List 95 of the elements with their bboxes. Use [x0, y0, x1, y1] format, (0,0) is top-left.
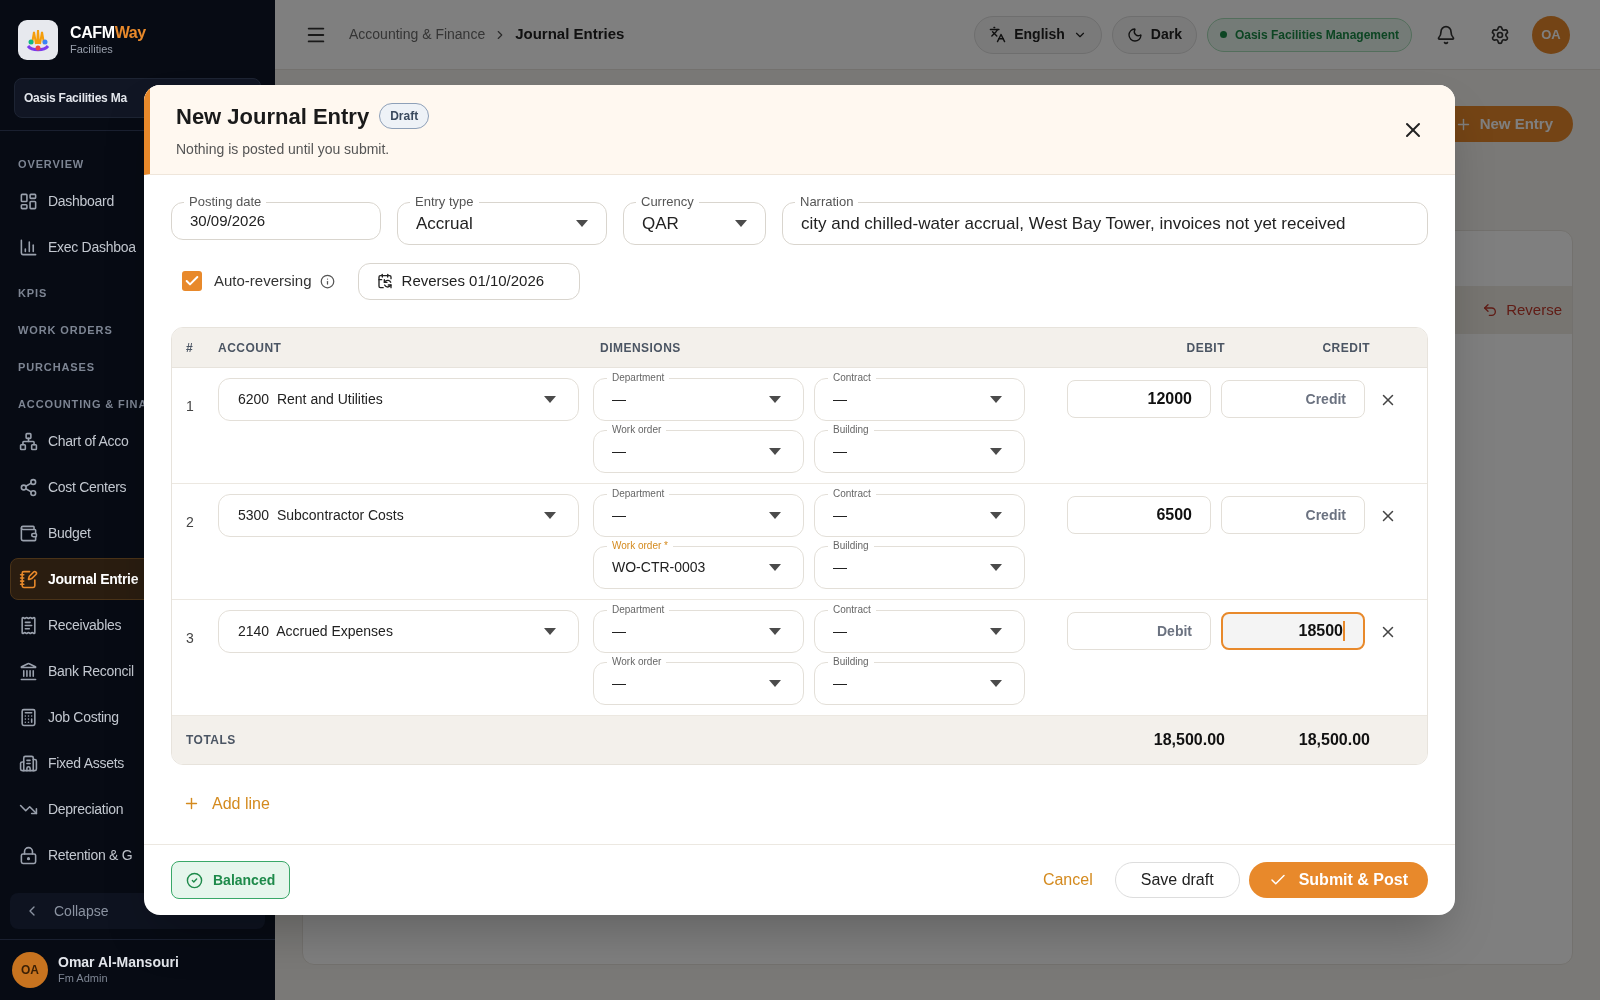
section-heading: OVERVIEW [18, 156, 85, 172]
caret-icon [990, 512, 1002, 519]
field-label: Work order [607, 424, 667, 436]
caret-icon [769, 512, 781, 519]
column-header: ACCOUNT [218, 339, 283, 357]
debit-input[interactable]: 12000 [1067, 380, 1211, 418]
column-header: DIMENSIONS [600, 339, 682, 357]
moon-icon [1126, 26, 1143, 43]
field-label: Posting date [184, 195, 267, 209]
credit-input[interactable]: Credit [1221, 380, 1365, 418]
caret-icon [735, 220, 747, 227]
debit-total: 18,500.00 [1152, 730, 1225, 750]
status-badge: Draft [379, 103, 430, 129]
logo-icon [18, 20, 58, 60]
caret-icon [990, 448, 1002, 455]
section-heading: KPIS [18, 285, 48, 301]
caret-icon [990, 564, 1002, 571]
brand-name: CAFMWay [70, 23, 146, 44]
credit-input[interactable]: 18500 [1221, 612, 1365, 650]
calendar-icon [376, 273, 393, 289]
calculator-icon [19, 707, 38, 727]
language-button[interactable]: English [974, 15, 1102, 54]
field-label: Entry type [410, 195, 479, 209]
section-heading: WORK ORDERS [18, 322, 113, 338]
undo-icon [1482, 302, 1499, 318]
caret-icon [769, 680, 781, 687]
field-label: Narration [795, 195, 859, 209]
caret-icon [544, 628, 556, 635]
caret-icon [769, 564, 781, 571]
caret-icon [544, 396, 556, 403]
reverses-date-button[interactable]: Reverses 01/10/2026 [357, 262, 580, 300]
credit-input[interactable]: Credit [1221, 496, 1365, 534]
section-heading: PURCHASES [18, 359, 95, 375]
field-label: Building [828, 540, 874, 552]
line-number: 2 [185, 513, 195, 532]
bank-icon [19, 661, 38, 681]
account-select[interactable]: 6200 Rent and Utilities [218, 378, 579, 421]
field-label: Contract [828, 372, 876, 384]
text-cursor [1343, 621, 1345, 641]
user-avatar: OA [12, 952, 48, 988]
bell-icon[interactable] [1436, 24, 1456, 45]
line-number: 1 [185, 397, 195, 416]
user-role: Fm Admin [58, 971, 109, 986]
field-label: Contract [828, 488, 876, 500]
checkbox-label: Auto-reversing [214, 270, 312, 291]
user-name: Omar Al-Mansouri [58, 954, 179, 972]
check-circle-icon [186, 871, 203, 889]
plus-icon [183, 795, 200, 812]
hierarchy-icon [19, 431, 38, 451]
dashboard-icon [19, 191, 38, 211]
notebook-icon [19, 569, 38, 589]
debit-input[interactable]: Debit [1067, 612, 1211, 650]
totals-label: TOTALS [185, 732, 237, 749]
brand-subtitle: Facilities [70, 43, 114, 57]
account-select[interactable]: 2140 Accrued Expenses [218, 610, 579, 653]
column-header: DEBIT [1185, 339, 1225, 357]
auto-reversing-checkbox[interactable] [182, 271, 202, 291]
column-header: CREDIT [1321, 339, 1370, 357]
nodes-icon [19, 477, 38, 497]
translate-icon [989, 26, 1007, 43]
line-number: 3 [185, 629, 195, 648]
info-icon[interactable] [319, 273, 335, 289]
building-icon [19, 753, 38, 773]
field-label: Contract [828, 604, 876, 616]
caret-icon [990, 680, 1002, 687]
nav-item[interactable]: Bank Reconcil [10, 650, 265, 692]
breadcrumb-current: Journal Entries [515, 24, 625, 45]
balanced-badge: Balanced [171, 861, 291, 899]
bar-chart-icon [19, 237, 38, 257]
settings-icon[interactable] [1490, 24, 1510, 45]
caret-icon [769, 628, 781, 635]
field-label: Work order [607, 656, 667, 668]
account-select[interactable]: 5300 Subcontractor Costs [218, 494, 579, 537]
caret-icon [544, 512, 556, 519]
field-label: Building [828, 424, 874, 436]
caret-icon [576, 220, 588, 227]
theme-button[interactable]: Dark [1111, 15, 1197, 54]
caret-icon [769, 448, 781, 455]
caret-icon [769, 396, 781, 403]
lock-icon [19, 845, 38, 865]
field-label: Currency [636, 195, 699, 209]
field-label: Department [607, 604, 670, 616]
field-label: Department [607, 488, 670, 500]
field-label: Building [828, 656, 874, 668]
caret-icon [990, 628, 1002, 635]
field-label: Department [607, 372, 670, 384]
caret-icon [990, 396, 1002, 403]
field-label: Work order * [607, 540, 673, 552]
dialog-subtitle: Nothing is posted until you submit. [176, 139, 391, 159]
nav-item[interactable]: Chart of Acco [10, 420, 265, 462]
debit-input[interactable]: 6500 [1067, 496, 1211, 534]
wallet-icon [19, 523, 38, 543]
column-header: # [185, 339, 195, 357]
credit-total: 18,500.00 [1297, 730, 1370, 750]
receipt-icon [19, 615, 38, 635]
